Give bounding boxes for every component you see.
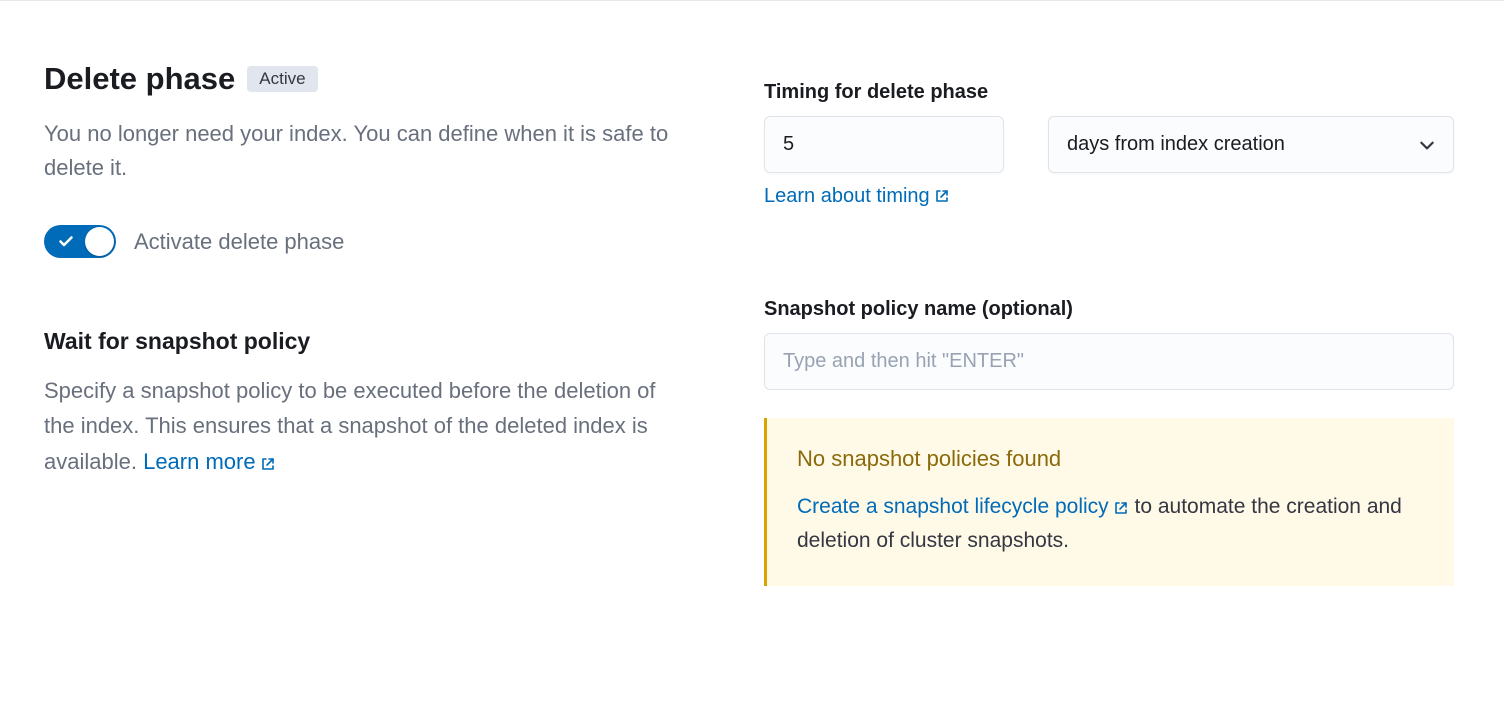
create-snapshot-policy-link[interactable]: Create a snapshot lifecycle policy [797, 495, 1129, 518]
wait-snapshot-description: Specify a snapshot policy to be executed… [44, 373, 684, 480]
toggle-thumb [85, 227, 114, 256]
external-link-icon [1113, 491, 1129, 525]
no-snapshot-policies-callout: No snapshot policies found Create a snap… [764, 418, 1454, 586]
timing-unit-select[interactable]: days from index creation [1048, 116, 1454, 173]
external-link-icon [260, 445, 276, 480]
learn-about-timing-link[interactable]: Learn about timing [764, 185, 950, 207]
wait-snapshot-title: Wait for snapshot policy [44, 328, 684, 355]
learn-more-link[interactable]: Learn more [143, 449, 276, 474]
check-icon [58, 233, 74, 249]
snapshot-policy-name-label: Snapshot policy name (optional) [764, 298, 1454, 321]
callout-body: Create a snapshot lifecycle policy to au… [797, 490, 1422, 558]
phase-description: You no longer need your index. You can d… [44, 117, 684, 185]
callout-title: No snapshot policies found [797, 446, 1422, 472]
activate-delete-phase-toggle[interactable] [44, 225, 116, 258]
status-badge: Active [247, 66, 317, 92]
external-link-icon [934, 185, 950, 208]
timing-label: Timing for delete phase [764, 81, 1454, 104]
timing-value-input[interactable] [764, 116, 1004, 173]
wait-snapshot-desc-text: Specify a snapshot policy to be executed… [44, 378, 656, 473]
delete-phase-header: Delete phase Active [44, 61, 684, 97]
toggle-label: Activate delete phase [134, 229, 344, 255]
snapshot-policy-name-input[interactable] [764, 333, 1454, 390]
phase-title: Delete phase [44, 61, 235, 97]
